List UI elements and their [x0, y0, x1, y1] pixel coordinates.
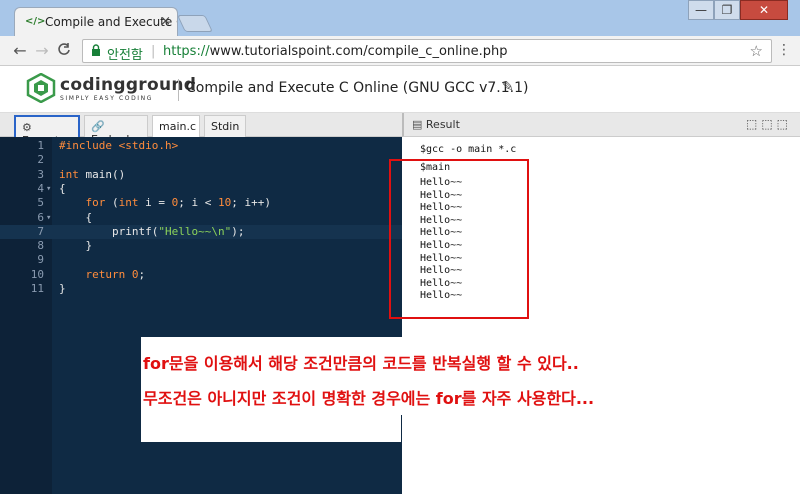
site-header: codingground SIMPLY EASY CODING Compile …	[0, 67, 800, 113]
execute-button[interactable]: ⚙ Execute	[14, 115, 80, 147]
codingground-logo-icon[interactable]	[26, 73, 56, 103]
browser-toolbar: ← → 안전함 | https://www.tutorialspoint.com…	[0, 36, 800, 66]
line-number: 2	[37, 153, 44, 167]
code-text: }	[59, 239, 93, 253]
logo-tagline: SIMPLY EASY CODING	[60, 95, 154, 102]
code-favicon-icon: </>	[25, 16, 46, 27]
edit-icon[interactable]: ✎	[502, 79, 514, 95]
browser-menu-icon[interactable]: ⋮	[777, 42, 791, 58]
result-window-controls[interactable]: ⬚⬚⬚	[746, 117, 792, 131]
lock-glyph	[92, 44, 100, 56]
address-bar[interactable]: 안전함 | https://www.tutorialspoint.com/com…	[82, 39, 772, 63]
code-text: {	[59, 181, 66, 195]
minimize-button[interactable]: —	[688, 0, 714, 20]
code-line[interactable]: 7 printf("Hello~~\n");	[0, 224, 402, 240]
code-line[interactable]: 1 #include <stdio.h>	[0, 139, 402, 153]
page-title: Compile and Execute C Online (GNU GCC v7…	[186, 80, 529, 96]
output-command: $gcc -o main *.c	[420, 144, 517, 155]
annotation-line-2: 무조건은 아니지만 조건이 명확한 경우에는 for를 자주 사용한다...	[143, 389, 595, 408]
line-number: 7	[37, 224, 44, 238]
result-header: ▤ Result ⬚⬚⬚	[402, 113, 800, 137]
bookmark-star-icon[interactable]: ☆	[750, 42, 763, 60]
url-text: https://www.tutorialspoint.com/compile_c…	[163, 44, 508, 59]
tab-close-icon[interactable]: ×	[160, 14, 171, 29]
line-number: 10	[30, 267, 44, 281]
code-text: #include <stdio.h>	[59, 139, 179, 152]
reload-glyph	[58, 43, 70, 55]
gear-icon: ⚙	[22, 121, 32, 134]
maximize-button[interactable]: ❐	[714, 0, 740, 20]
line-number: 4	[37, 181, 44, 195]
code-text: }	[59, 282, 66, 295]
tab-main-c[interactable]: main.c	[152, 115, 200, 137]
url-path: www.tutorialspoint.com/compile_c_online.…	[209, 44, 508, 59]
browser-tab-strip: </> Compile and Execute C × — ❐ ✕	[0, 0, 800, 36]
line-number: 6	[37, 210, 44, 224]
code-line[interactable]: 3 int main()	[0, 168, 402, 182]
code-line[interactable]: 5 for (int i = 0; i < 10; i++)	[0, 196, 402, 210]
highlight-box	[389, 159, 529, 319]
link-icon: 🔗	[91, 120, 105, 133]
line-number: 8	[37, 239, 44, 253]
back-icon[interactable]: ←	[10, 41, 30, 60]
code-line[interactable]: 10 return 0;	[0, 268, 402, 282]
browser-tab[interactable]: </> Compile and Execute C ×	[14, 7, 178, 36]
result-label: ▤ Result	[412, 118, 460, 131]
line-number: 11	[30, 282, 44, 295]
forward-icon[interactable]: →	[32, 41, 52, 60]
code-line[interactable]: 11}	[0, 282, 402, 296]
fold-arrow-icon[interactable]: ▾	[46, 211, 51, 225]
code-text: {	[59, 210, 93, 224]
address-separator: |	[151, 44, 156, 59]
annotation-line-1: for문을 이용해서 해당 조건만큼의 코드를 반복실행 할 수 있다..	[143, 354, 579, 373]
fold-arrow-icon[interactable]: ▾	[46, 182, 51, 196]
line-number: 1	[37, 139, 44, 152]
line-number: 3	[37, 167, 44, 181]
tab-title: Compile and Execute C	[45, 15, 178, 29]
code-text: printf("Hello~~\n");	[59, 224, 245, 238]
code-line[interactable]: 8 }	[0, 239, 402, 253]
code-line[interactable]: 6 ▾ {	[0, 211, 402, 225]
lock-icon	[91, 44, 101, 59]
line-number: 5	[37, 196, 44, 210]
new-tab-button[interactable]	[177, 15, 213, 32]
code-text: int main()	[59, 167, 126, 181]
reload-icon[interactable]	[54, 41, 74, 60]
code-line[interactable]: 9	[0, 253, 402, 267]
terminal-icon: ▤	[412, 118, 423, 131]
code-text: for (int i = 0; i < 10; i++)	[85, 196, 272, 210]
embed-button[interactable]: 🔗 Embed	[84, 115, 148, 146]
code-line[interactable]: 4 ▾ {	[0, 182, 402, 196]
code-line[interactable]: 2	[0, 153, 402, 167]
tab-stdin[interactable]: Stdin	[204, 115, 246, 137]
editor-tab-bar: ⚙ Execute 🔗 Embed main.c Stdin	[0, 113, 402, 147]
result-label-text: Result	[425, 118, 460, 131]
close-window-button[interactable]: ✕	[740, 0, 788, 20]
code-text: return 0;	[85, 267, 146, 281]
url-protocol: https://	[163, 44, 210, 59]
secure-label: 안전함	[107, 48, 143, 63]
line-number: 9	[37, 253, 44, 267]
logo-name[interactable]: codingground	[60, 75, 196, 95]
header-divider	[178, 79, 179, 101]
